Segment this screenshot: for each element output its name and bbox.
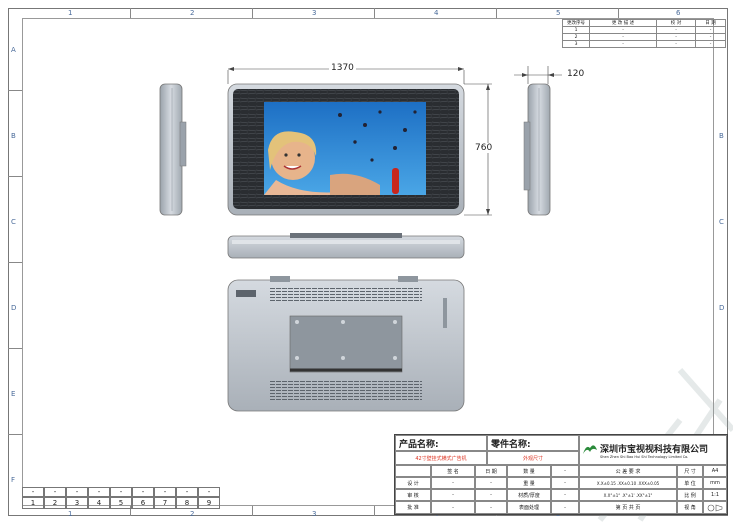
part-name-label: 零件名称: — [487, 435, 579, 451]
number-strip-cell: 2 — [44, 497, 66, 509]
company-block: 深圳市宝视视科技有限公司 Shen Zhen Shi Bao Hui Shi T… — [579, 435, 727, 465]
number-strip: - - - - - - - - - 1 2 3 4 5 6 7 8 9 — [22, 487, 222, 509]
number-strip-cell: - — [66, 487, 88, 497]
top-view — [227, 233, 465, 259]
scale-value: 1:1 — [703, 489, 727, 501]
view-label: 视 角 — [677, 501, 703, 514]
surface-value: - — [551, 501, 579, 514]
unit-label: 单 位 — [677, 477, 703, 489]
company-name-en: Shen Zhen Shi Bao Hui Shi Technology Lim… — [600, 454, 689, 459]
product-name-label: 产品名称: — [395, 435, 487, 451]
surface-label: 表面处理 — [507, 501, 551, 514]
design-label: 设 计 — [395, 477, 431, 489]
number-strip-cell: 4 — [88, 497, 110, 509]
approve-label: 批 准 — [395, 501, 431, 514]
size-label: 尺 寸 — [677, 465, 703, 477]
tolerance-line-1: X.X±0.15 .XX±0.10 .XXX±0.05 — [579, 477, 677, 489]
view-symbol-icon — [703, 501, 727, 514]
tolerance-line-2: X.X°±1° .X°±1' .XX°±1" — [579, 489, 677, 501]
height-dimension-label: 760 — [473, 143, 495, 153]
number-strip-cell: 1 — [22, 497, 44, 509]
number-strip-cell: - — [110, 487, 132, 497]
depth-dimension — [514, 66, 562, 84]
review-label: 审 核 — [395, 489, 431, 501]
approve-sign: - — [431, 501, 475, 514]
number-strip-cell: - — [88, 487, 110, 497]
number-strip-cell: 3 — [66, 497, 88, 509]
number-strip-cell: 7 — [154, 497, 176, 509]
company-logo-icon — [583, 445, 597, 454]
sheet-count: 第 页 共 页 — [579, 501, 677, 514]
number-strip-cell: - — [22, 487, 44, 497]
right-side-view — [523, 83, 551, 216]
company-name-cn: 深圳市宝视视科技有限公司 — [600, 444, 709, 455]
unit-value: mm — [703, 477, 727, 489]
front-view — [227, 83, 465, 216]
design-sign: - — [431, 477, 475, 489]
number-strip-cell: - — [44, 487, 66, 497]
number-strip-cell: - — [198, 487, 220, 497]
quantity-value: - — [551, 465, 579, 477]
date-header: 日 期 — [475, 465, 507, 477]
part-name-value: 外观尺寸 — [487, 451, 579, 465]
scale-label: 比 例 — [677, 489, 703, 501]
number-strip-cell: 5 — [110, 497, 132, 509]
left-side-view — [159, 83, 187, 216]
number-strip-cell: - — [132, 487, 154, 497]
material-value: - — [551, 489, 579, 501]
number-strip-cell: - — [176, 487, 198, 497]
material-label: 材质/厚度 — [507, 489, 551, 501]
back-view — [227, 276, 465, 412]
number-strip-cell: 6 — [132, 497, 154, 509]
number-strip-cell: 9 — [198, 497, 220, 509]
review-date: - — [475, 489, 507, 501]
weight-value: - — [551, 477, 579, 489]
general-tolerance-label: 公 差 要 求 — [579, 465, 677, 477]
number-strip-cell: - — [154, 487, 176, 497]
review-sign: - — [431, 489, 475, 501]
blank-cell — [395, 465, 431, 477]
title-block: 产品名称: 零件名称: 42寸壁挂式横式广告机 外观尺寸 深圳市宝视视科技有限公… — [394, 434, 728, 515]
approve-date: - — [475, 501, 507, 514]
width-dimension-label: 1370 — [329, 63, 356, 73]
quantity-label: 数 量 — [507, 465, 551, 477]
weight-label: 重 量 — [507, 477, 551, 489]
depth-dimension-label: 120 — [565, 69, 587, 79]
product-name-value: 42寸壁挂式横式广告机 — [395, 451, 487, 465]
size-value: A4 — [703, 465, 727, 477]
sign-header: 签 名 — [431, 465, 475, 477]
design-date: - — [475, 477, 507, 489]
number-strip-cell: 8 — [176, 497, 198, 509]
